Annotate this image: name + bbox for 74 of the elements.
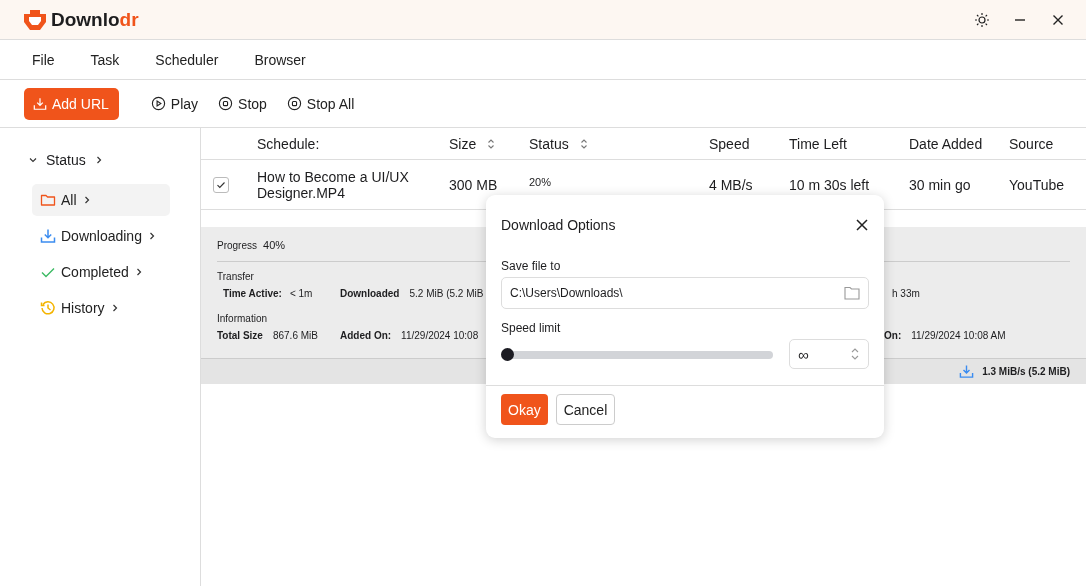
cancel-button[interactable]: Cancel — [555, 394, 616, 425]
sort-icon[interactable] — [486, 137, 497, 150]
field-value: 11/29/2024 10:08 — [401, 330, 479, 341]
toolbar-button[interactable]: Stop All — [286, 95, 355, 112]
menu-item[interactable]: Browser — [254, 51, 306, 68]
play-icon — [150, 96, 166, 111]
progress-value: 40% — [263, 239, 286, 251]
field-value: 11/29/2024 10:08 AM — [911, 330, 1006, 341]
stop-icon — [286, 96, 302, 111]
download-icon — [33, 96, 47, 111]
section-title: Transfer — [217, 271, 254, 282]
speed-limit-field[interactable]: ∞ — [789, 339, 869, 369]
sidebar-item[interactable]: Downloading — [32, 220, 170, 252]
field-label: On: — [884, 330, 902, 341]
sidebar-group-label[interactable]: Status — [46, 152, 86, 168]
sidebar-item[interactable]: Completed — [32, 256, 170, 288]
row-checkbox[interactable] — [213, 176, 229, 193]
close-icon[interactable] — [856, 219, 868, 231]
sidebar-item-label: Completed — [61, 264, 129, 280]
field-value: h 33m — [892, 288, 921, 299]
sidebar-item[interactable]: History — [32, 292, 170, 324]
table-cell-text: 4 MB/s — [709, 176, 754, 193]
column-header[interactable]: Size — [449, 135, 477, 152]
logo-icon — [24, 9, 46, 30]
field-value: < 1m — [289, 288, 313, 299]
table-cell-text: 20% — [529, 175, 553, 188]
column-header[interactable]: Date Added — [909, 135, 983, 152]
download-speed: 1.3 MiB/s (5.2 MiB) — [982, 366, 1070, 377]
field-label: Total Size — [217, 330, 263, 341]
save-path-field[interactable]: C:\Users\Downloads\ — [501, 277, 869, 309]
history-icon — [40, 300, 56, 316]
slider-thumb[interactable] — [501, 347, 514, 361]
menu-item[interactable]: File — [32, 51, 55, 68]
column-header[interactable]: Source — [1009, 135, 1054, 152]
sidebar-item-label: Downloading — [61, 228, 142, 244]
dialog-title: Download Options — [501, 217, 616, 233]
stepper-icon[interactable] — [850, 347, 860, 361]
field-label: Time Active: — [223, 288, 282, 299]
menu-item[interactable]: Scheduler — [155, 51, 219, 68]
field-value: 5.2 MiB (5.2 MiB — [409, 288, 484, 299]
sort-icon[interactable] — [578, 137, 589, 150]
app-logo: Downlodr — [51, 8, 139, 31]
field-label: Downloaded — [340, 288, 400, 299]
sidebar-item-label: All — [61, 192, 77, 208]
table-cell-text: 30 min go — [909, 176, 972, 193]
sidebar-item[interactable]: All — [32, 184, 170, 216]
download-icon — [959, 364, 975, 379]
menu-item[interactable]: Task — [90, 51, 120, 68]
check-icon — [216, 179, 226, 190]
field-value: 867.6 MiB — [272, 330, 318, 341]
stop-icon — [218, 96, 234, 111]
speed-slider[interactable] — [501, 347, 773, 361]
table-cell-text: YouTube — [1009, 176, 1065, 193]
section-title: Information — [217, 313, 268, 324]
add-url-button[interactable]: Add URL — [24, 87, 119, 120]
field-label: Save file to — [501, 259, 562, 273]
toolbar-button[interactable]: Play — [150, 95, 199, 112]
okay-button[interactable]: Okay — [501, 394, 548, 425]
download-icon — [40, 228, 56, 244]
progress-label: Progress — [217, 239, 257, 251]
toolbar-button[interactable]: Stop — [218, 95, 267, 112]
field-label: Speed limit — [501, 321, 562, 335]
table-cell-text: 10 m 30s left — [789, 176, 871, 193]
column-header[interactable]: Status — [529, 135, 569, 152]
table-cell-text: 300 MB — [449, 176, 499, 193]
folder-icon — [40, 192, 56, 208]
column-header[interactable]: Schedule: — [257, 135, 320, 152]
table-cell-text: How to Become a UI/UX Designer.MP4 — [257, 168, 410, 201]
column-header[interactable]: Speed — [709, 135, 750, 152]
expand-icon[interactable] — [28, 155, 38, 165]
brightness-icon[interactable] — [974, 11, 990, 28]
column-header[interactable]: Time Left — [789, 135, 847, 152]
sidebar-item-label: History — [61, 300, 105, 316]
field-label: Added On: — [340, 330, 392, 341]
